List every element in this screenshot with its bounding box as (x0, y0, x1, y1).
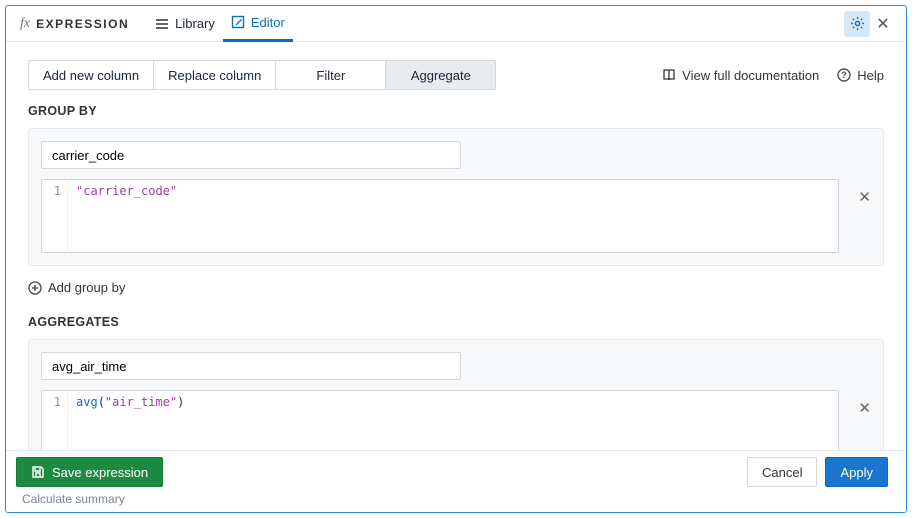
doc-links: View full documentation ? Help (662, 68, 884, 83)
close-icon: ✕ (858, 400, 871, 417)
mode-filter[interactable]: Filter (276, 60, 386, 90)
topbar: fx EXPRESSION Library Editor ✕ (6, 6, 906, 42)
remove-group-by-button[interactable]: ✕ (858, 188, 871, 206)
action-toolbar: Add new column Replace column Filter Agg… (6, 42, 906, 104)
code-token-punct: ( (98, 395, 105, 409)
svg-text:?: ? (842, 70, 848, 80)
aggregate-name-input[interactable] (41, 352, 461, 380)
view-documentation-label: View full documentation (682, 68, 819, 83)
hamburger-icon (155, 17, 169, 31)
mode-segmented-control: Add new column Replace column Filter Agg… (28, 60, 496, 90)
save-expression-button[interactable]: Save expression (16, 457, 163, 487)
tab-library-label: Library (175, 16, 215, 31)
remove-aggregate-button[interactable]: ✕ (858, 399, 871, 417)
add-group-by-button[interactable]: Add group by (28, 280, 884, 295)
footer: Save expression Cancel Apply Calculate s… (6, 450, 906, 512)
help-icon: ? (837, 68, 851, 82)
code-gutter: 1 (42, 391, 68, 450)
mode-add-new-column[interactable]: Add new column (28, 60, 154, 90)
gear-icon (850, 16, 865, 31)
code-gutter: 1 (42, 180, 68, 252)
expression-editor-window: fx EXPRESSION Library Editor ✕ Add new (5, 5, 907, 513)
tab-editor-label: Editor (251, 15, 285, 30)
plus-circle-icon (28, 281, 42, 295)
editor-body: GROUP BY 1 "carrier_code" ✕ Add group by… (6, 104, 906, 450)
fx-icon: fx (20, 16, 30, 32)
save-icon (31, 465, 45, 479)
window-title: EXPRESSION (36, 17, 129, 31)
code-token-punct: ) (177, 395, 184, 409)
footer-hint: Calculate summary (16, 492, 888, 506)
close-icon: ✕ (876, 14, 889, 34)
apply-button[interactable]: Apply (825, 457, 888, 487)
group-by-name-input[interactable] (41, 141, 461, 169)
close-panel-button[interactable]: ✕ (870, 11, 896, 37)
mode-replace-column[interactable]: Replace column (154, 60, 276, 90)
tab-editor[interactable]: Editor (223, 6, 293, 42)
close-icon: ✕ (858, 189, 871, 206)
aggregate-code-editor[interactable]: 1 avg("air_time") (41, 390, 839, 450)
tab-library[interactable]: Library (147, 6, 223, 42)
aggregate-card: 1 avg("air_time") ✕ (28, 339, 884, 450)
code-token-string: "carrier_code" (76, 184, 177, 198)
cancel-button[interactable]: Cancel (747, 457, 817, 487)
group-by-card: 1 "carrier_code" ✕ (28, 128, 884, 266)
help-link[interactable]: ? Help (837, 68, 884, 83)
mode-aggregate[interactable]: Aggregate (386, 60, 496, 90)
code-line: avg("air_time") (68, 391, 192, 450)
save-expression-label: Save expression (52, 465, 148, 480)
settings-button[interactable] (844, 11, 870, 37)
edit-icon (231, 15, 245, 29)
code-token-function: avg (76, 395, 98, 409)
group-by-heading: GROUP BY (28, 104, 884, 118)
add-group-by-label: Add group by (48, 280, 125, 295)
view-documentation-link[interactable]: View full documentation (662, 68, 819, 83)
help-label: Help (857, 68, 884, 83)
aggregates-heading: AGGREGATES (28, 315, 884, 329)
code-line: "carrier_code" (68, 180, 185, 252)
book-icon (662, 68, 676, 82)
group-by-code-editor[interactable]: 1 "carrier_code" (41, 179, 839, 253)
code-token-string: "air_time" (105, 395, 177, 409)
